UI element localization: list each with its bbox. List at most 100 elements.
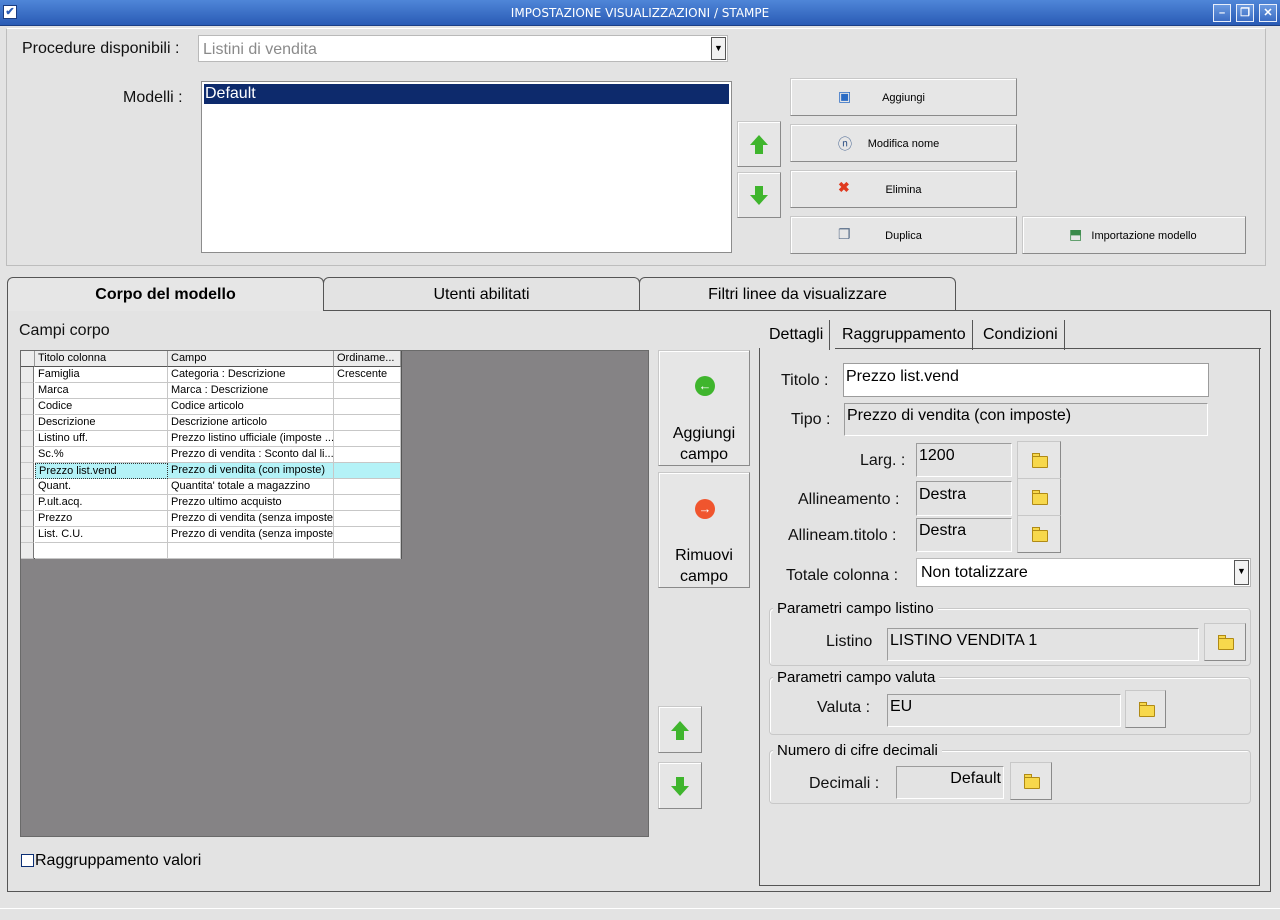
cell-field[interactable]: Prezzo listino ufficiale (imposte ... (168, 431, 334, 447)
cell-title[interactable]: Prezzo list.vend (35, 463, 168, 479)
procedures-dropdown[interactable]: Listini di vendita ▼ (198, 35, 728, 62)
table-row[interactable]: Codice Codice articolo (21, 399, 401, 415)
delete-model-button[interactable]: ✖ Elimina (790, 170, 1017, 208)
cell-title[interactable]: List. C.U. (35, 527, 168, 543)
cell-title[interactable]: Prezzo (35, 511, 168, 527)
cell-title[interactable] (35, 543, 168, 559)
cell-field[interactable]: Codice articolo (168, 399, 334, 415)
move-model-down-button[interactable] (737, 172, 781, 218)
move-field-down-button[interactable] (658, 762, 702, 809)
row-header[interactable] (21, 511, 34, 527)
column-header-order[interactable]: Ordiname... (334, 351, 401, 367)
cell-order[interactable] (334, 463, 401, 479)
window-title: IMPOSTAZIONE VISUALIZZAZIONI / STAMPE (510, 6, 770, 20)
table-row[interactable]: Famiglia Categoria : Descrizione Crescente (21, 367, 401, 383)
tab-grouping[interactable]: Raggruppamento (836, 320, 973, 350)
cell-title[interactable]: Codice (35, 399, 168, 415)
cell-field[interactable]: Prezzo di vendita (con imposte) (168, 463, 334, 479)
cell-order[interactable] (334, 511, 401, 527)
cell-order[interactable] (334, 415, 401, 431)
close-button[interactable]: ✕ (1259, 4, 1277, 22)
duplicate-model-button[interactable]: ❐ Duplica (790, 216, 1017, 254)
cell-order[interactable] (334, 527, 401, 543)
table-row[interactable]: Quant. Quantita' totale a magazzino (21, 479, 401, 495)
row-header[interactable] (21, 527, 34, 543)
cell-order[interactable] (334, 543, 401, 559)
currency-folder-button[interactable] (1125, 690, 1166, 728)
move-model-up-button[interactable] (737, 121, 781, 167)
price-list-folder-button[interactable] (1204, 623, 1246, 661)
title-input[interactable]: Prezzo list.vend (843, 363, 1209, 397)
move-field-up-button[interactable] (658, 706, 702, 753)
cell-order[interactable] (334, 447, 401, 463)
table-row[interactable]: Prezzo list.vend Prezzo di vendita (con i… (21, 463, 401, 479)
width-folder-button[interactable] (1017, 441, 1061, 479)
row-header[interactable] (21, 431, 34, 447)
tab-enabled-users[interactable]: Utenti abilitati (323, 277, 640, 311)
cell-title[interactable]: Sc.% (35, 447, 168, 463)
cell-order[interactable] (334, 431, 401, 447)
table-row[interactable]: Marca Marca : Descrizione (21, 383, 401, 399)
dropdown-arrow-icon[interactable]: ▼ (1234, 560, 1249, 585)
minimize-button[interactable]: – (1213, 4, 1231, 22)
restore-button[interactable]: ❐ (1236, 4, 1254, 22)
table-row[interactable]: P.ult.acq. Prezzo ultimo acquisto (21, 495, 401, 511)
row-header[interactable] (21, 543, 34, 559)
tab-line-filters[interactable]: Filtri linee da visualizzare (639, 277, 956, 311)
row-header[interactable] (21, 399, 34, 415)
row-header[interactable] (21, 447, 34, 463)
cell-title[interactable]: Quant. (35, 479, 168, 495)
table-row[interactable]: Sc.% Prezzo di vendita : Sconto dal li... (21, 447, 401, 463)
tab-model-body[interactable]: Corpo del modello (7, 277, 324, 311)
alignment-folder-button[interactable] (1017, 478, 1061, 516)
models-list[interactable]: Default (201, 81, 732, 253)
cell-title[interactable]: Marca (35, 383, 168, 399)
dropdown-arrow-icon[interactable]: ▼ (711, 37, 726, 60)
row-header[interactable] (21, 463, 34, 479)
row-header[interactable] (21, 367, 34, 383)
cell-field[interactable]: Prezzo di vendita : Sconto dal li... (168, 447, 334, 463)
cell-field[interactable]: Prezzo di vendita (senza imposte) (168, 511, 334, 527)
tab-details[interactable]: Dettagli (763, 320, 831, 350)
row-header[interactable] (21, 495, 34, 511)
cell-field[interactable]: Descrizione articolo (168, 415, 334, 431)
cell-title[interactable]: Listino uff. (35, 431, 168, 447)
tab-conditions[interactable]: Condizioni (977, 320, 1065, 350)
alignment-label: Allineamento : (798, 491, 900, 508)
cell-order[interactable] (334, 399, 401, 415)
table-row[interactable] (21, 543, 401, 559)
remove-field-button[interactable]: → Rimuovi campo (658, 472, 750, 588)
cell-field[interactable] (168, 543, 334, 559)
decimals-folder-button[interactable] (1010, 762, 1052, 800)
rename-model-button[interactable]: ⓝ Modifica nome (790, 124, 1017, 162)
add-field-button[interactable]: ← Aggiungi campo (658, 350, 750, 466)
table-row[interactable]: List. C.U. Prezzo di vendita (senza impos… (21, 527, 401, 543)
column-header-field[interactable]: Campo (168, 351, 334, 367)
cell-order[interactable] (334, 479, 401, 495)
row-header[interactable] (21, 383, 34, 399)
import-model-button[interactable]: ⬒ Importazione modello (1022, 216, 1246, 254)
cell-title[interactable]: Famiglia (35, 367, 168, 383)
cell-field[interactable]: Prezzo ultimo acquisto (168, 495, 334, 511)
row-header[interactable] (21, 415, 34, 431)
list-item[interactable]: Default (204, 84, 729, 104)
cell-field[interactable]: Categoria : Descrizione (168, 367, 334, 383)
row-header[interactable] (21, 479, 34, 495)
table-row[interactable]: Listino uff. Prezzo listino ufficiale (im… (21, 431, 401, 447)
cell-order[interactable]: Crescente (334, 367, 401, 383)
cell-title[interactable]: Descrizione (35, 415, 168, 431)
table-row[interactable]: Descrizione Descrizione articolo (21, 415, 401, 431)
column-total-dropdown[interactable]: Non totalizzare ▼ (916, 558, 1251, 587)
title-alignment-folder-button[interactable] (1017, 515, 1061, 553)
column-header-title[interactable]: Titolo colonna (35, 351, 168, 367)
group-values-checkbox[interactable] (21, 854, 34, 867)
cell-field[interactable]: Quantita' totale a magazzino (168, 479, 334, 495)
table-row[interactable]: Prezzo Prezzo di vendita (senza imposte) (21, 511, 401, 527)
body-fields-grid[interactable]: Titolo colonna Campo Ordiname... Famigli… (21, 351, 402, 559)
cell-order[interactable] (334, 495, 401, 511)
cell-field[interactable]: Marca : Descrizione (168, 383, 334, 399)
cell-field[interactable]: Prezzo di vendita (senza imposte) (168, 527, 334, 543)
cell-title[interactable]: P.ult.acq. (35, 495, 168, 511)
cell-order[interactable] (334, 383, 401, 399)
add-model-button[interactable]: ▣ Aggiungi (790, 78, 1017, 116)
